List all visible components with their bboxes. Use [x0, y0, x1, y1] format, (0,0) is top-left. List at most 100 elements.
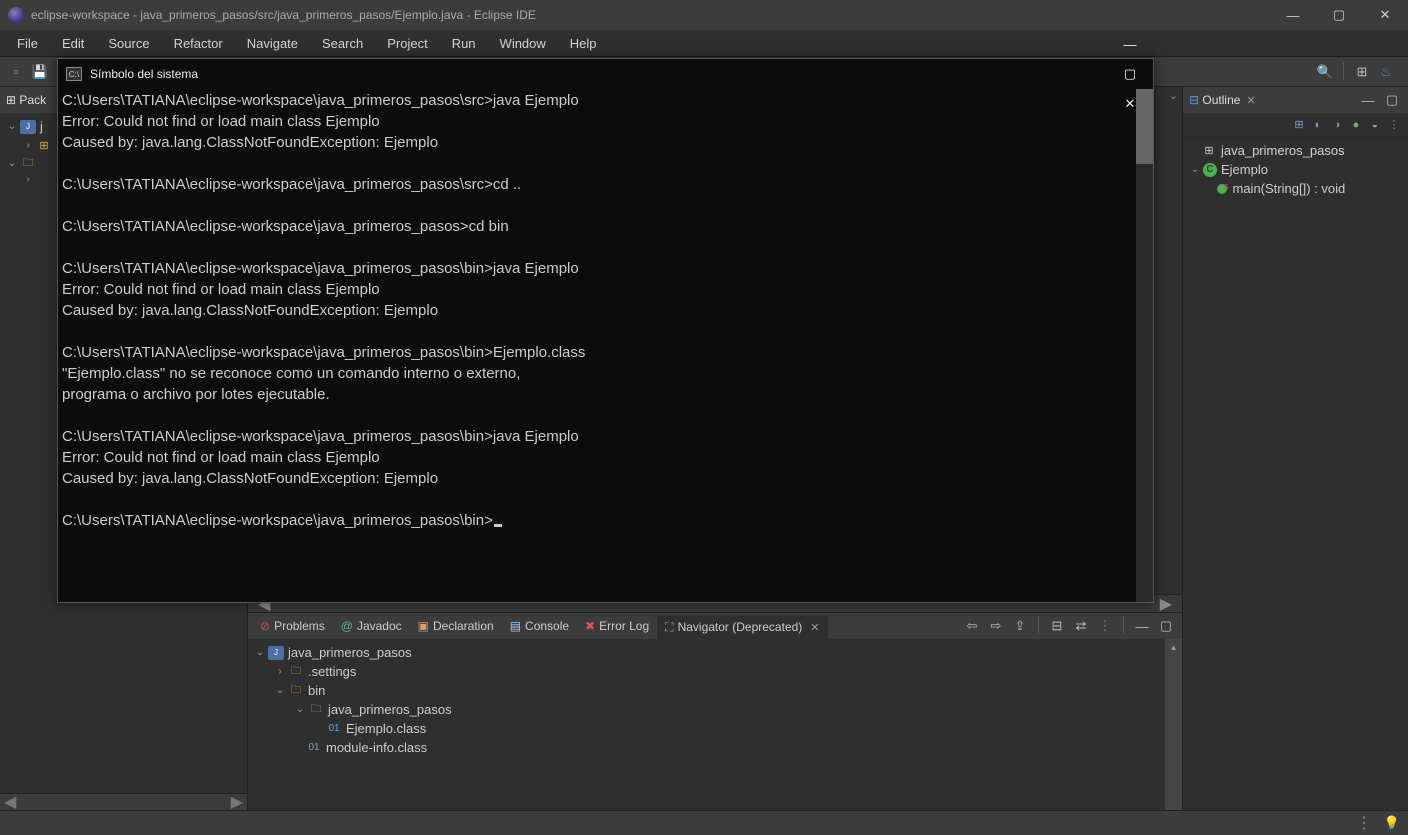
cmd-scroll-thumb[interactable]: [1136, 89, 1153, 164]
package-icon: ⊞: [6, 93, 16, 107]
nav-scrollbar[interactable]: ▴: [1165, 639, 1182, 810]
caret-icon[interactable]: ⌄: [254, 647, 266, 658]
folder-icon: 🗀: [288, 684, 304, 698]
nav-ejemplo-label: Ejemplo.class: [346, 721, 426, 736]
folder-icon: 🗀: [308, 703, 324, 717]
caret-icon[interactable]: ⌄: [6, 158, 18, 169]
maximize-pane-icon[interactable]: ▢: [1156, 616, 1176, 636]
eclipse-icon: [8, 7, 24, 23]
menu-project[interactable]: Project: [375, 32, 439, 55]
bottom-pane: ⊘ Problems @ Javadoc ▣ Declaration ▤ Con…: [248, 612, 1182, 810]
menu-window[interactable]: Window: [488, 32, 558, 55]
menu-run[interactable]: Run: [440, 32, 488, 55]
editor-chevron-icon[interactable]: ⌄: [1169, 89, 1178, 102]
close-outline-icon[interactable]: ✕: [1246, 94, 1255, 107]
close-tab-icon[interactable]: ✕: [810, 621, 819, 634]
collapse-all-icon[interactable]: ⊟: [1047, 616, 1067, 636]
nav-module-label: module-info.class: [326, 740, 427, 755]
caret-icon[interactable]: ⌄: [6, 121, 18, 132]
tab-console[interactable]: ▤ Console: [502, 615, 577, 637]
menu-navigate[interactable]: Navigate: [235, 32, 310, 55]
javadoc-icon: @: [341, 619, 353, 633]
perspective-icon[interactable]: ⊞: [1352, 62, 1372, 82]
outline-label: Outline: [1202, 93, 1240, 107]
caret-icon[interactable]: ⌄: [294, 704, 306, 715]
caret-icon[interactable]: ⌄: [274, 685, 286, 696]
menubar: File Edit Source Refactor Navigate Searc…: [0, 30, 1408, 57]
outline-tree[interactable]: ⊞ java_primeros_pasos ⌄ C Ejemplo s main…: [1183, 137, 1408, 202]
bottom-toolbar: ⇦ ⇨ ⇪ ⊟ ⇄ ⋮ — ▢: [962, 616, 1182, 636]
navigator-body[interactable]: ⌄ J java_primeros_pasos › 🗀 .settings ⌄ …: [248, 639, 1182, 810]
sort-icon[interactable]: ⊞: [1291, 117, 1307, 133]
cmd-body[interactable]: C:\Users\TATIANA\eclipse-workspace\java_…: [58, 89, 1153, 602]
filter-fields-icon[interactable]: ◐: [1310, 117, 1326, 133]
cmd-minimize-button[interactable]: —: [1107, 29, 1153, 59]
scroll-right-icon[interactable]: ▶: [1154, 594, 1178, 614]
nav-binpkg-label: java_primeros_pasos: [328, 702, 452, 717]
cmd-cursor: [494, 524, 502, 527]
nav-root-label: java_primeros_pasos: [288, 645, 412, 660]
outline-menu-icon[interactable]: ⋮: [1386, 117, 1402, 133]
project-icon: J: [268, 646, 284, 660]
outline-maximize-icon[interactable]: ▢: [1382, 90, 1402, 110]
outline-method-label: main(String[]) : void: [1233, 181, 1346, 196]
folder-icon: 🗀: [20, 156, 36, 170]
menu-search[interactable]: Search: [310, 32, 375, 55]
package-decl-icon: ⊞: [1201, 144, 1217, 158]
status-menu-icon[interactable]: ⋮: [1356, 813, 1372, 833]
caret-icon[interactable]: ›: [22, 140, 34, 151]
tab-navigator[interactable]: ⛶ Navigator (Deprecated) ✕: [657, 614, 827, 639]
menu-help[interactable]: Help: [558, 32, 609, 55]
navigator-icon: ⛶: [665, 620, 673, 635]
search-icon[interactable]: 🔍: [1315, 62, 1335, 82]
menu-source[interactable]: Source: [96, 32, 161, 55]
left-scrollbar[interactable]: ◀▶: [0, 793, 247, 810]
scroll-up-icon[interactable]: ▴: [1165, 639, 1182, 656]
tab-problems[interactable]: ⊘ Problems: [252, 615, 333, 637]
cmd-scrollbar[interactable]: [1136, 89, 1153, 602]
tab-console-label: Console: [525, 619, 569, 633]
tab-declaration[interactable]: ▣ Declaration: [410, 615, 502, 637]
filter-local-icon[interactable]: ◒: [1367, 117, 1383, 133]
caret-icon[interactable]: ›: [22, 174, 34, 185]
console-icon: ▤: [510, 619, 521, 633]
tab-problems-label: Problems: [274, 619, 325, 633]
filter-static-icon[interactable]: ◑: [1329, 117, 1345, 133]
menu-refactor[interactable]: Refactor: [162, 32, 235, 55]
cmd-icon: C:\: [66, 67, 82, 81]
java-perspective-icon[interactable]: ♨: [1376, 62, 1396, 82]
outline-minimize-icon[interactable]: —: [1358, 90, 1378, 110]
package-node-icon: ⊞: [36, 138, 52, 152]
outline-icon: ⊟: [1189, 93, 1199, 107]
tab-declaration-label: Declaration: [433, 619, 494, 633]
outline-toolbar: ⊞ ◐ ◑ ● ◒ ⋮: [1183, 113, 1408, 137]
link-editor-icon[interactable]: ⇄: [1071, 616, 1091, 636]
maximize-button[interactable]: ▢: [1316, 0, 1362, 30]
save-button[interactable]: 💾: [30, 62, 50, 82]
tab-errorlog[interactable]: ✖ Error Log: [577, 615, 657, 637]
outline-tab[interactable]: ⊟ Outline ✕ — ▢: [1183, 87, 1408, 113]
caret-icon[interactable]: ⌄: [1189, 164, 1201, 175]
caret-icon[interactable]: ›: [274, 666, 286, 677]
nav-up-icon[interactable]: ⇪: [1010, 616, 1030, 636]
project-icon: J: [20, 120, 36, 134]
tab-errorlog-label: Error Log: [599, 619, 649, 633]
new-button[interactable]: ▫: [6, 62, 26, 82]
menu-file[interactable]: File: [5, 32, 50, 55]
nav-forward-icon[interactable]: ⇨: [986, 616, 1006, 636]
bottom-tabs: ⊘ Problems @ Javadoc ▣ Declaration ▤ Con…: [248, 613, 1182, 639]
cmd-titlebar[interactable]: C:\ Símbolo del sistema — ▢ ✕: [58, 59, 1153, 89]
close-button[interactable]: ✕: [1362, 0, 1408, 30]
filter-public-icon[interactable]: ●: [1348, 117, 1364, 133]
folder-icon: 🗀: [288, 665, 304, 679]
class-file-icon: 01: [306, 741, 322, 755]
tab-javadoc[interactable]: @ Javadoc: [333, 615, 410, 637]
menu-edit[interactable]: Edit: [50, 32, 96, 55]
tip-bulb-icon[interactable]: 💡: [1384, 815, 1400, 831]
cmd-title-label: Símbolo del sistema: [90, 67, 198, 81]
minimize-pane-icon[interactable]: —: [1132, 616, 1152, 636]
cmd-maximize-button[interactable]: ▢: [1107, 59, 1153, 89]
view-menu-icon[interactable]: ⋮: [1095, 616, 1115, 636]
minimize-button[interactable]: —: [1270, 0, 1316, 30]
nav-back-icon[interactable]: ⇦: [962, 616, 982, 636]
